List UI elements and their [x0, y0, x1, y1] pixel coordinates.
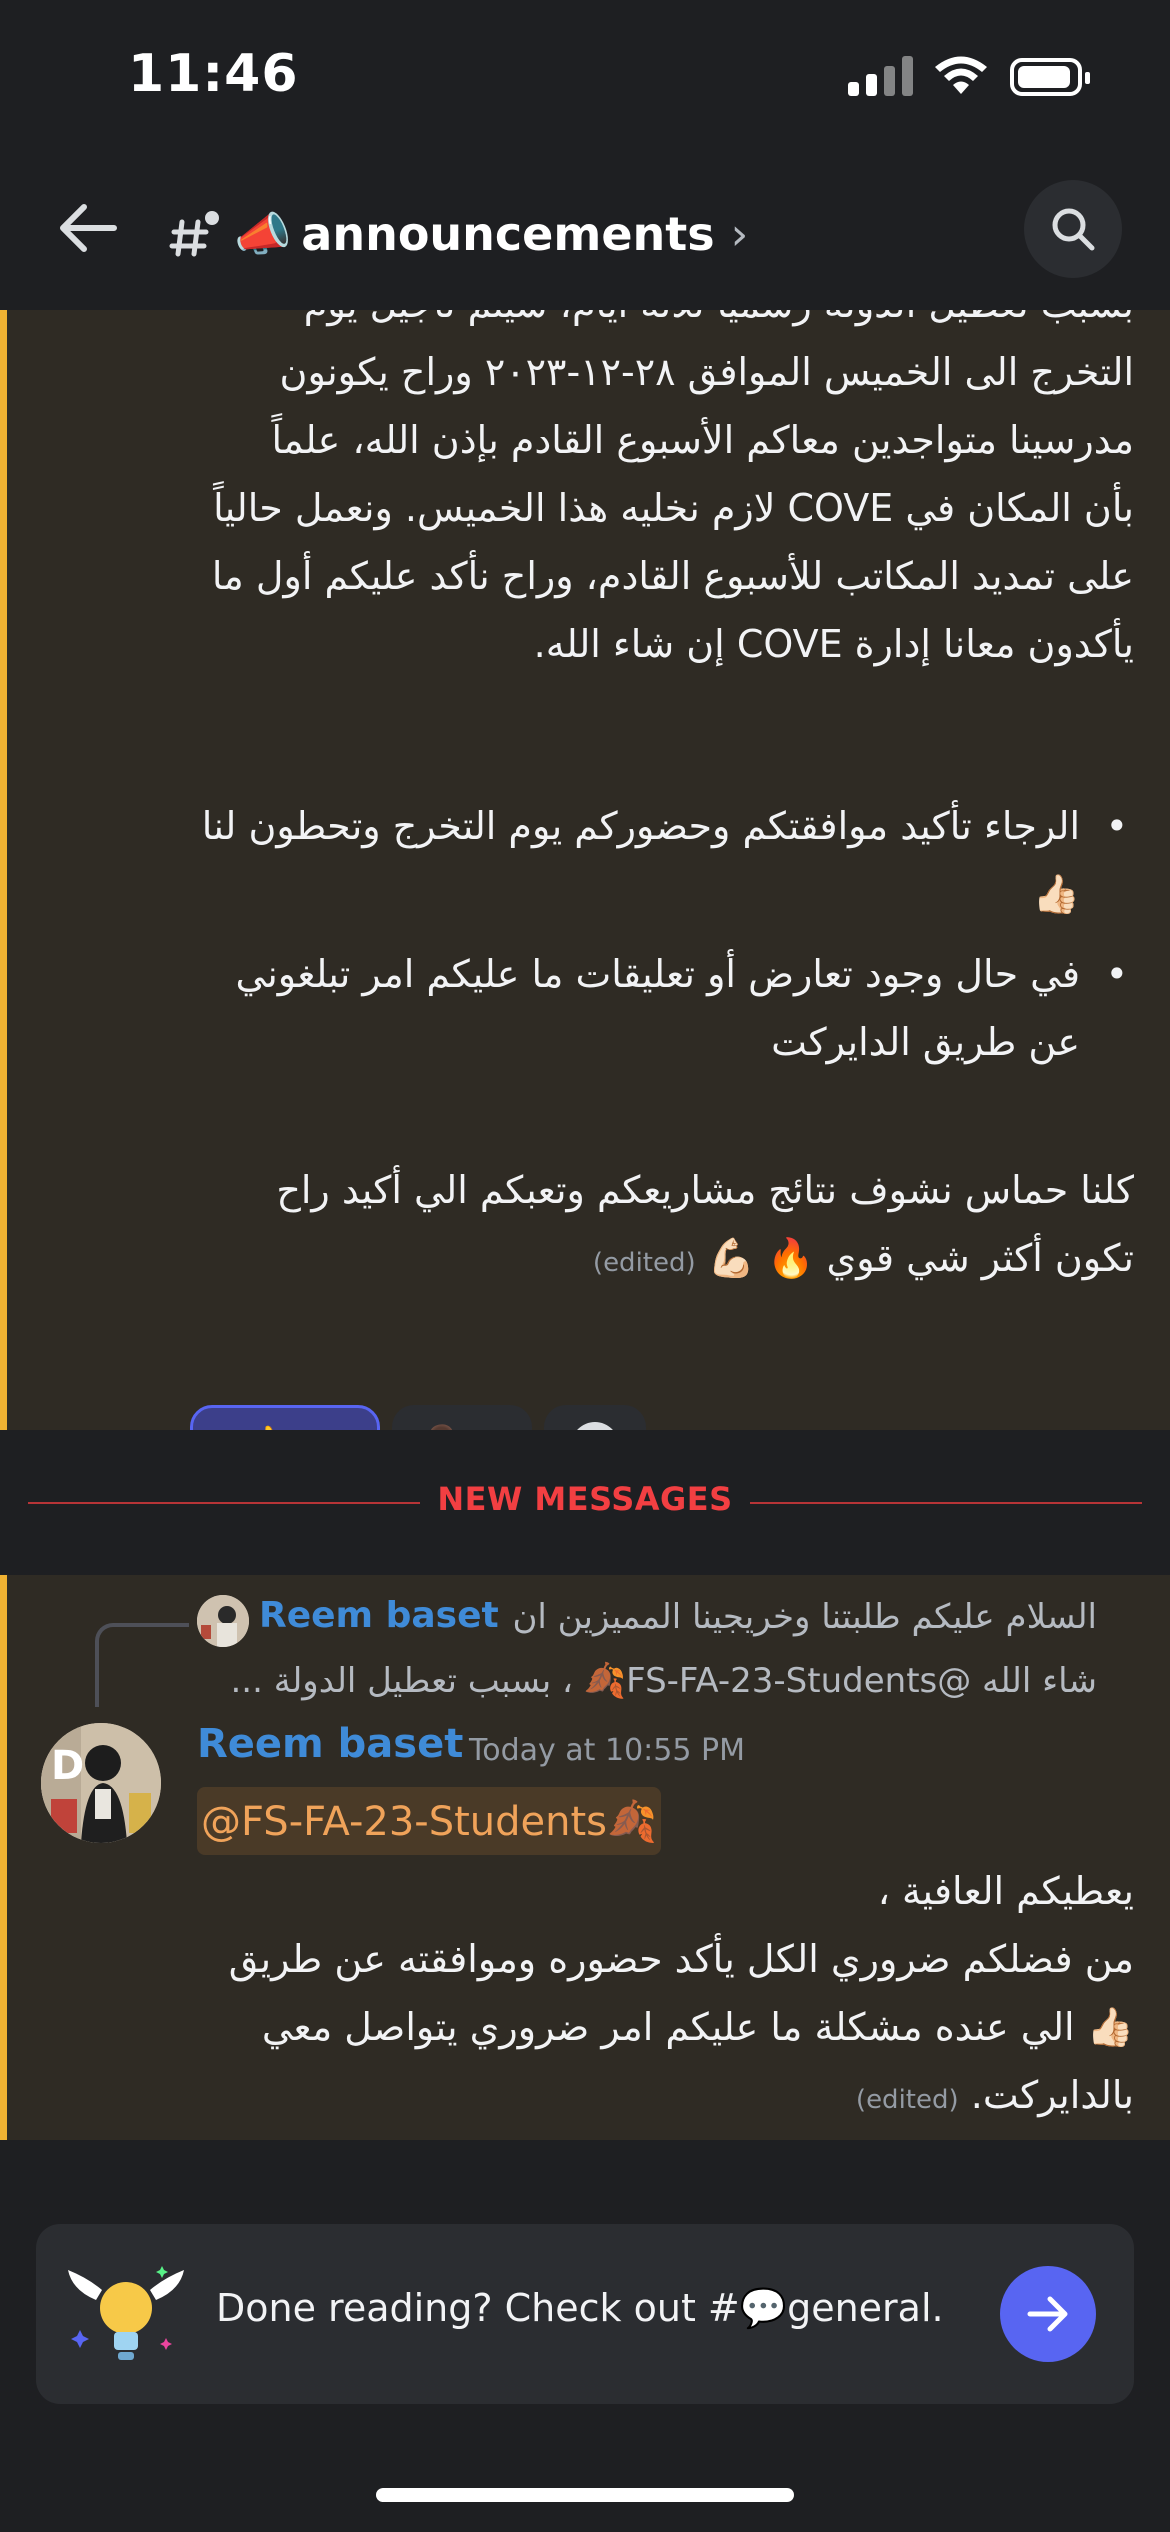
status-time: 11:46: [128, 44, 299, 104]
message-closing: كلنا حماس نشوف نتائج مشاريعكم وتعبكم الي…: [154, 1156, 1134, 1297]
done-reading-text: Done reading? Check out #💬general.: [216, 2286, 944, 2331]
svg-text:D: D: [51, 1743, 84, 1789]
channel-name: announcements: [301, 207, 715, 261]
message-timestamp: Today at 10:55 PM: [469, 1733, 745, 1768]
channel-title-button[interactable]: 📣 announcements ›: [168, 194, 748, 274]
search-icon: [1052, 208, 1095, 251]
message-reply[interactable]: Reem baset السلام عليكم طلبتنا وخريجينا …: [0, 1575, 1170, 2140]
done-reading-banner[interactable]: Done reading? Check out #💬general.: [36, 2224, 1134, 2404]
back-button[interactable]: [48, 188, 128, 268]
new-messages-divider: NEW MESSAGES: [0, 1430, 1170, 1570]
message-line: يعطيكم العافية ،: [877, 1869, 1134, 1913]
message-bullet-list: الرجاء تأكيد موافقتكم وحضوركم يوم التخرج…: [154, 792, 1134, 1076]
message-line: بسبب تعطيل الدولة رسمياً ثلاثة أيام، سيت…: [154, 310, 1134, 338]
message-body: يعطيكم العافية ، من فضلكم ضروري الكل يأك…: [154, 1857, 1134, 2134]
announcement-hash-icon: [169, 211, 219, 257]
reply-connector: [95, 1623, 189, 1707]
cellular-signal-icon: [848, 56, 914, 96]
chevron-right-icon: ›: [730, 208, 749, 260]
message-line: تكون أكثر شي قوي 🔥 💪🏻: [707, 1236, 1134, 1280]
reply-avatar: [197, 1595, 249, 1647]
reply-text: السلام عليكم طلبتنا وخريجينا المميزين ان: [512, 1597, 1097, 1637]
done-reading-prefix: Done reading? Check out #: [216, 2286, 740, 2330]
message-line: التخرج الى الخميس الموافق ٢٨-١٢-٢٠٢٣ ورا…: [279, 350, 1134, 394]
message-line-last: بالدايركت. (edited): [154, 2061, 1134, 2134]
message-line: يأكدون معانا إدارة COVE إن شاء الله.: [533, 622, 1134, 666]
bullet-item: الرجاء تأكيد موافقتكم وحضوركم يوم التخرج…: [180, 792, 1134, 928]
channel-link[interactable]: general.: [787, 2286, 944, 2330]
battery-icon: [1010, 58, 1090, 96]
message-line: 👍🏻 الي عنده مشكلة ما عليكم امر ضروري يتو…: [261, 2005, 1134, 2049]
message-announcement[interactable]: بسبب تعطيل الدولة رسمياً ثلاثة أيام، سيت…: [0, 310, 1170, 1430]
message-line-last: تكون أكثر شي قوي 🔥 💪🏻 (edited): [154, 1224, 1134, 1297]
reply-author[interactable]: Reem baset: [259, 1595, 499, 1636]
winged-lightbulb-icon: [68, 2266, 184, 2360]
message-line: بأن المكان في COVE لازم نخليه هذا الخميس…: [213, 486, 1134, 530]
arrow-right-icon: [1027, 2296, 1068, 2332]
message-line: على تمديد المكاتب للأسبوع القادم، وراح ن…: [211, 554, 1134, 598]
wifi-icon: [935, 56, 987, 94]
role-mention[interactable]: @FS-FA-23-Students🍂: [197, 1787, 661, 1855]
search-button[interactable]: [1024, 180, 1122, 278]
reply-preview[interactable]: Reem baset السلام عليكم طلبتنا وخريجينا …: [197, 1587, 1097, 1707]
status-bar: 11:46: [0, 0, 1170, 160]
message-paragraph: بسبب تعطيل الدولة رسمياً ثلاثة أيام، سيت…: [154, 310, 1134, 678]
message-line: من فضلكم ضروري الكل يأكد حضوره وموافقته …: [228, 1937, 1134, 1981]
avatar[interactable]: D: [41, 1723, 161, 1843]
home-indicator[interactable]: [376, 2488, 794, 2502]
edited-label: (edited): [592, 1248, 696, 1278]
edited-label: (edited): [855, 2085, 959, 2115]
message-line: كلنا حماس نشوف نتائج مشاريعكم وتعبكم الي…: [276, 1168, 1134, 1212]
message-line: بالدايركت.: [970, 2073, 1134, 2117]
arrow-left-icon: [60, 204, 117, 252]
go-to-channel-button[interactable]: [1000, 2266, 1096, 2362]
new-messages-label: NEW MESSAGES: [437, 1480, 733, 1518]
message-line: مدرسينا متواجدين معاكم الأسبوع القادم بإ…: [271, 418, 1134, 462]
channel-header: 📣 announcements ›: [0, 160, 1170, 310]
bullet-item: في حال وجود تعارض أو تعليقات ما عليكم ام…: [180, 940, 1134, 1076]
megaphone-icon: 📣: [234, 206, 292, 261]
reply-text: شاء الله @FS-FA-23-Students🍂 ، بسبب تعطي…: [230, 1661, 1097, 1701]
message-list[interactable]: بسبب تعطيل الدولة رسمياً ثلاثة أيام، سيت…: [0, 310, 1170, 2140]
message-author[interactable]: Reem baset: [197, 1721, 463, 1767]
speech-bubble-icon: 💬: [739, 2286, 788, 2330]
